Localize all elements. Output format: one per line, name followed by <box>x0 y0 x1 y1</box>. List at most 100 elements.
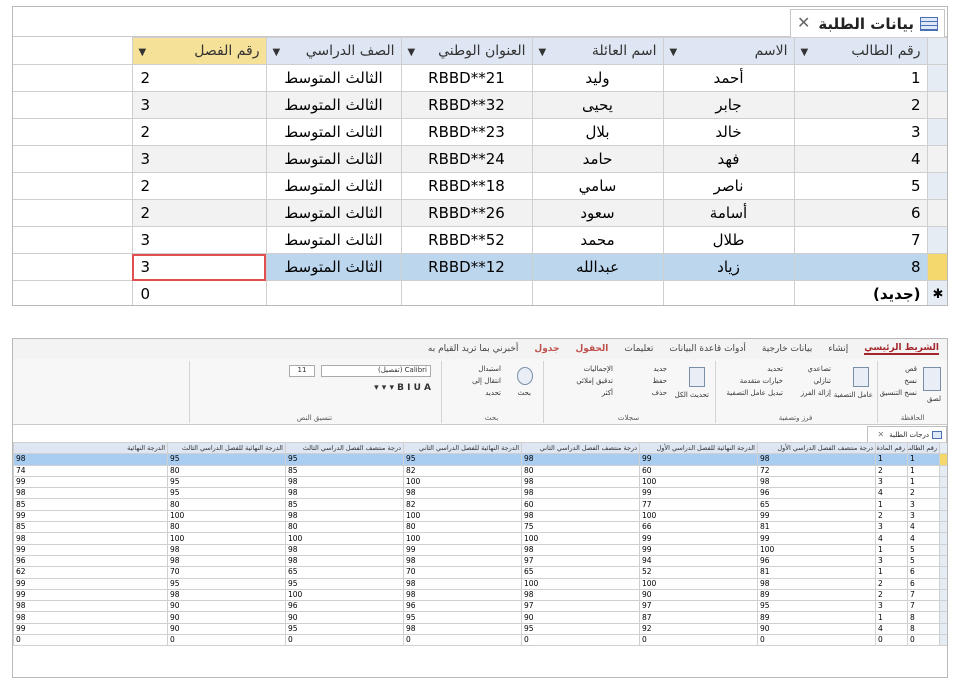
new-record-button[interactable]: جديد <box>653 365 667 373</box>
cell-grade[interactable]: الثالث المتوسط <box>265 226 402 254</box>
table-row[interactable]: 8 1 89 87 90 95 90 90 98 <box>13 611 947 624</box>
grade-cell[interactable]: 99 <box>639 487 758 500</box>
find-button[interactable]: بحث <box>518 389 531 397</box>
grade-cell[interactable]: 95 <box>167 577 286 590</box>
grade-cell[interactable]: 97 <box>639 600 758 613</box>
grade-cell[interactable]: 95 <box>167 487 286 500</box>
grade-cell[interactable]: 98 <box>13 600 168 613</box>
column-header[interactable]: الدرجة النهائية للفصل الدراسي الأول <box>639 441 758 455</box>
cut-button[interactable]: قص <box>905 365 917 373</box>
cell-student-id[interactable]: 4 <box>793 145 928 173</box>
grade-cell[interactable]: 98 <box>13 611 168 624</box>
grade-cell[interactable]: 80 <box>403 521 522 534</box>
new-record-marker-icon[interactable]: ✱ <box>926 280 947 305</box>
grade-cell[interactable]: 98 <box>403 588 522 602</box>
grade-cell[interactable]: 100 <box>639 509 758 523</box>
cell-name[interactable]: ناصر <box>662 172 795 200</box>
grade-cell[interactable]: 90 <box>285 611 404 624</box>
table-row[interactable]: 6 1 81 52 65 70 65 70 62 <box>13 566 947 579</box>
column-header-student-id[interactable]: رقم الطالب ▼ <box>793 37 928 65</box>
new-record-label[interactable]: (جديد) <box>793 280 928 305</box>
ribbon-tab[interactable]: جدول <box>534 344 559 354</box>
empty-cell[interactable] <box>662 280 795 305</box>
grade-cell[interactable]: 100 <box>639 577 758 590</box>
grade-cell[interactable]: 98 <box>13 532 168 545</box>
grade-cell[interactable]: 92 <box>639 622 758 636</box>
table-row[interactable]: 7 2 89 90 98 98 100 98 99 <box>13 588 947 602</box>
font-style-buttons[interactable]: B I U A ▾ ▾ ▾ <box>374 383 431 393</box>
remove-sort-button[interactable]: إزالة الفرز <box>801 389 831 397</box>
cell-grade[interactable]: الثالث المتوسط <box>265 64 402 92</box>
table-row[interactable]: 1 2 72 60 80 82 85 80 74 <box>13 464 947 477</box>
grade-cell[interactable]: 99 <box>403 543 522 556</box>
grade-cell[interactable]: 81 <box>757 566 876 579</box>
cell-class-number[interactable]: 3 <box>131 253 267 281</box>
grade-cell[interactable]: 95 <box>285 577 404 590</box>
cell-grade[interactable]: الثالث المتوسط <box>265 91 402 119</box>
record-selector[interactable] <box>926 199 947 227</box>
grade-cell[interactable]: 85 <box>285 464 404 477</box>
grade-cell[interactable]: 100 <box>521 577 640 590</box>
grade-cell[interactable]: 87 <box>639 611 758 624</box>
record-selector[interactable] <box>926 91 947 119</box>
grade-cell[interactable]: 98 <box>13 487 168 500</box>
grade-cell[interactable]: 99 <box>639 532 758 545</box>
paste-icon[interactable] <box>923 367 941 391</box>
dropdown-arrow-icon[interactable]: ▼ <box>539 47 547 58</box>
grade-cell[interactable]: 99 <box>13 509 168 523</box>
grade-cell[interactable]: 96 <box>757 554 876 568</box>
grade-cell[interactable]: 0 <box>907 634 940 647</box>
column-header[interactable]: رقم الطالب <box>907 441 940 455</box>
grade-cell[interactable]: 85 <box>13 498 168 511</box>
grade-cell[interactable]: 2 <box>875 509 908 523</box>
grade-cell[interactable]: 100 <box>285 532 404 545</box>
grade-cell[interactable]: 4 <box>907 532 940 545</box>
grade-cell[interactable]: 100 <box>167 532 286 545</box>
record-selector[interactable] <box>939 487 947 500</box>
grade-cell[interactable]: 3 <box>907 498 940 511</box>
record-selector[interactable] <box>926 172 947 200</box>
grade-cell[interactable]: 90 <box>167 622 286 636</box>
grade-cell[interactable]: 75 <box>521 521 640 534</box>
record-selector[interactable] <box>939 622 947 636</box>
go-to-button[interactable]: انتقال إلى <box>472 377 501 385</box>
close-icon[interactable]: ✕ <box>797 13 810 32</box>
record-selector[interactable] <box>926 64 947 92</box>
grade-cell[interactable]: 6 <box>907 577 940 590</box>
cell-class-number[interactable]: 3 <box>131 91 267 119</box>
cell-name[interactable]: جابر <box>662 91 795 119</box>
grade-cell[interactable]: 95 <box>285 453 404 466</box>
table-row[interactable]: 8 زياد عبدالله RBBD**12 الثالث المتوسط 3 <box>13 253 947 281</box>
record-selector[interactable] <box>926 145 947 173</box>
copy-button[interactable]: نسخ <box>904 377 917 385</box>
grade-cell[interactable]: 90 <box>167 611 286 624</box>
grade-cell[interactable]: 65 <box>521 566 640 579</box>
cell-family-name[interactable]: حامد <box>531 145 664 173</box>
cell-class-number[interactable]: 2 <box>131 172 267 200</box>
grade-cell[interactable]: 1 <box>875 566 908 579</box>
grade-cell[interactable]: 0 <box>757 634 876 647</box>
dropdown-arrow-icon[interactable]: ▼ <box>139 47 147 58</box>
tab-student-data[interactable]: بيانات الطلبة <box>790 9 945 37</box>
cell-student-id[interactable]: 2 <box>793 91 928 119</box>
grade-cell[interactable]: 2 <box>907 487 940 500</box>
record-selector[interactable] <box>939 554 947 568</box>
grade-cell[interactable]: 98 <box>403 577 522 590</box>
grade-cell[interactable]: 98 <box>403 554 522 568</box>
grade-cell[interactable]: 98 <box>521 543 640 556</box>
dropdown-arrow-icon[interactable]: ▼ <box>670 47 678 58</box>
grade-cell[interactable]: 4 <box>875 532 908 545</box>
grade-cell[interactable]: 98 <box>521 475 640 489</box>
grade-cell[interactable]: 80 <box>285 521 404 534</box>
cell-name[interactable]: فهد <box>662 145 795 173</box>
cell-family-name[interactable]: سامي <box>531 172 664 200</box>
grade-cell[interactable]: 98 <box>521 487 640 500</box>
grade-cell[interactable]: 72 <box>757 464 876 477</box>
ascending-button[interactable]: تصاعدي <box>808 365 831 373</box>
selection-button[interactable]: تحديد <box>767 365 783 373</box>
table-row[interactable]: 7 3 95 97 97 96 96 90 98 <box>13 600 947 613</box>
grade-cell[interactable]: 89 <box>757 611 876 624</box>
empty-cell[interactable] <box>400 280 533 305</box>
grade-cell[interactable]: 1 <box>875 498 908 511</box>
grade-cell[interactable]: 7 <box>907 588 940 602</box>
